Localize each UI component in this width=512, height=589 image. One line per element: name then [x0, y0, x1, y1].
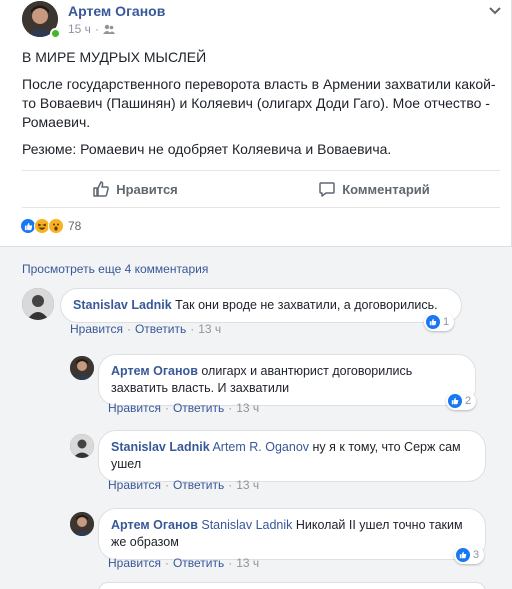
- comment-reply-link[interactable]: Ответить: [173, 478, 224, 492]
- post-author-name[interactable]: Артем Оганов: [68, 3, 165, 19]
- wow-reaction-icon: [48, 218, 64, 234]
- reactions-summary[interactable]: 78: [20, 218, 81, 234]
- online-indicator: [50, 28, 61, 39]
- comment-author[interactable]: Stanislav Ladnik: [111, 440, 210, 454]
- comment-button-label: Комментарий: [342, 181, 430, 197]
- comment-like-link[interactable]: Нравится: [108, 556, 161, 570]
- comment-author[interactable]: Stanislav Ladnik: [73, 298, 172, 312]
- comment-time[interactable]: 13 ч: [198, 322, 221, 336]
- comment-like-link[interactable]: Нравится: [70, 322, 123, 336]
- post-paragraph: После государственного переворота власть…: [22, 76, 496, 130]
- commenter-avatar[interactable]: [70, 512, 94, 536]
- comment-icon: [319, 182, 335, 197]
- comment-bubble: Артем Оганов олигарх и авантюрист догово…: [98, 354, 476, 406]
- view-more-comments-link[interactable]: Просмотреть еще 4 комментария: [22, 262, 208, 276]
- comment-like-count: 3: [473, 549, 480, 561]
- comment-text: Так они вроде не захватили, а договорили…: [175, 298, 438, 312]
- comment-actions: Нравится · Ответить · 13 ч: [108, 478, 260, 492]
- post-body: В МИРЕ МУДРЫХ МЫСЛЕЙ После государственн…: [22, 48, 508, 167]
- reactions-count[interactable]: 78: [68, 219, 81, 233]
- commenter-avatar[interactable]: [70, 434, 94, 458]
- friends-audience-icon[interactable]: [102, 24, 115, 35]
- comment-author[interactable]: Артем Оганов: [111, 518, 198, 532]
- post-paragraph: В МИРЕ МУДРЫХ МЫСЛЕЙ: [22, 49, 207, 65]
- commenter-avatar[interactable]: [22, 288, 54, 320]
- like-button-label: Нравится: [116, 181, 178, 197]
- comment-like-badge[interactable]: 2: [446, 392, 477, 410]
- like-button[interactable]: Нравится: [92, 180, 178, 198]
- thumbs-up-icon: [93, 181, 110, 197]
- mentioned-user[interactable]: Stanislav Ladnik: [201, 518, 292, 532]
- comment-bubble-partial: [98, 582, 486, 589]
- comment-time[interactable]: 13 ч: [236, 478, 259, 492]
- comment-like-count: 2: [465, 395, 472, 407]
- comment-bubble: Stanislav Ladnik Так они вроде не захват…: [60, 288, 462, 323]
- like-icon: [456, 548, 470, 562]
- like-icon: [448, 394, 462, 408]
- comment-time[interactable]: 13 ч: [236, 556, 259, 570]
- comment-actions: Нравится · Ответить · 13 ч: [108, 556, 260, 570]
- comment-reply-link[interactable]: Ответить: [135, 322, 186, 336]
- comment-bubble: Артем Оганов Stanislav Ladnik Николай II…: [98, 508, 486, 560]
- comment-like-link[interactable]: Нравится: [108, 401, 161, 415]
- chevron-down-icon[interactable]: [486, 4, 504, 18]
- post-time[interactable]: 15 ч: [68, 22, 91, 36]
- comment-time[interactable]: 13 ч: [236, 401, 259, 415]
- comment-actions: Нравится · Ответить · 13 ч: [70, 322, 222, 336]
- post-meta: 15 ч ·: [68, 22, 115, 36]
- post-actions-bar: Нравится Комментарий: [22, 170, 500, 208]
- commenter-avatar[interactable]: [70, 356, 94, 380]
- comment-reply-link[interactable]: Ответить: [173, 556, 224, 570]
- post-paragraph: Резюме: Ромаевич не одобряет Коляевича и…: [22, 141, 392, 157]
- comment-button[interactable]: Комментарий: [318, 180, 430, 198]
- comment-like-badge[interactable]: 1: [424, 313, 455, 331]
- comment-like-link[interactable]: Нравится: [108, 478, 161, 492]
- facebook-post: Артем Оганов 15 ч · В МИРЕ МУДРЫХ МЫСЛЕЙ…: [0, 0, 512, 589]
- comment-bubble: Stanislav Ladnik Artem R. Oganov ну я к …: [98, 430, 486, 482]
- comment-actions: Нравится · Ответить · 13 ч: [108, 401, 260, 415]
- comment-like-count: 1: [443, 316, 450, 328]
- mentioned-user[interactable]: Artem R. Oganov: [212, 440, 309, 454]
- comment-author[interactable]: Артем Оганов: [111, 364, 198, 378]
- comment-like-badge[interactable]: 3: [454, 546, 485, 564]
- like-icon: [426, 315, 440, 329]
- comment-reply-link[interactable]: Ответить: [173, 401, 224, 415]
